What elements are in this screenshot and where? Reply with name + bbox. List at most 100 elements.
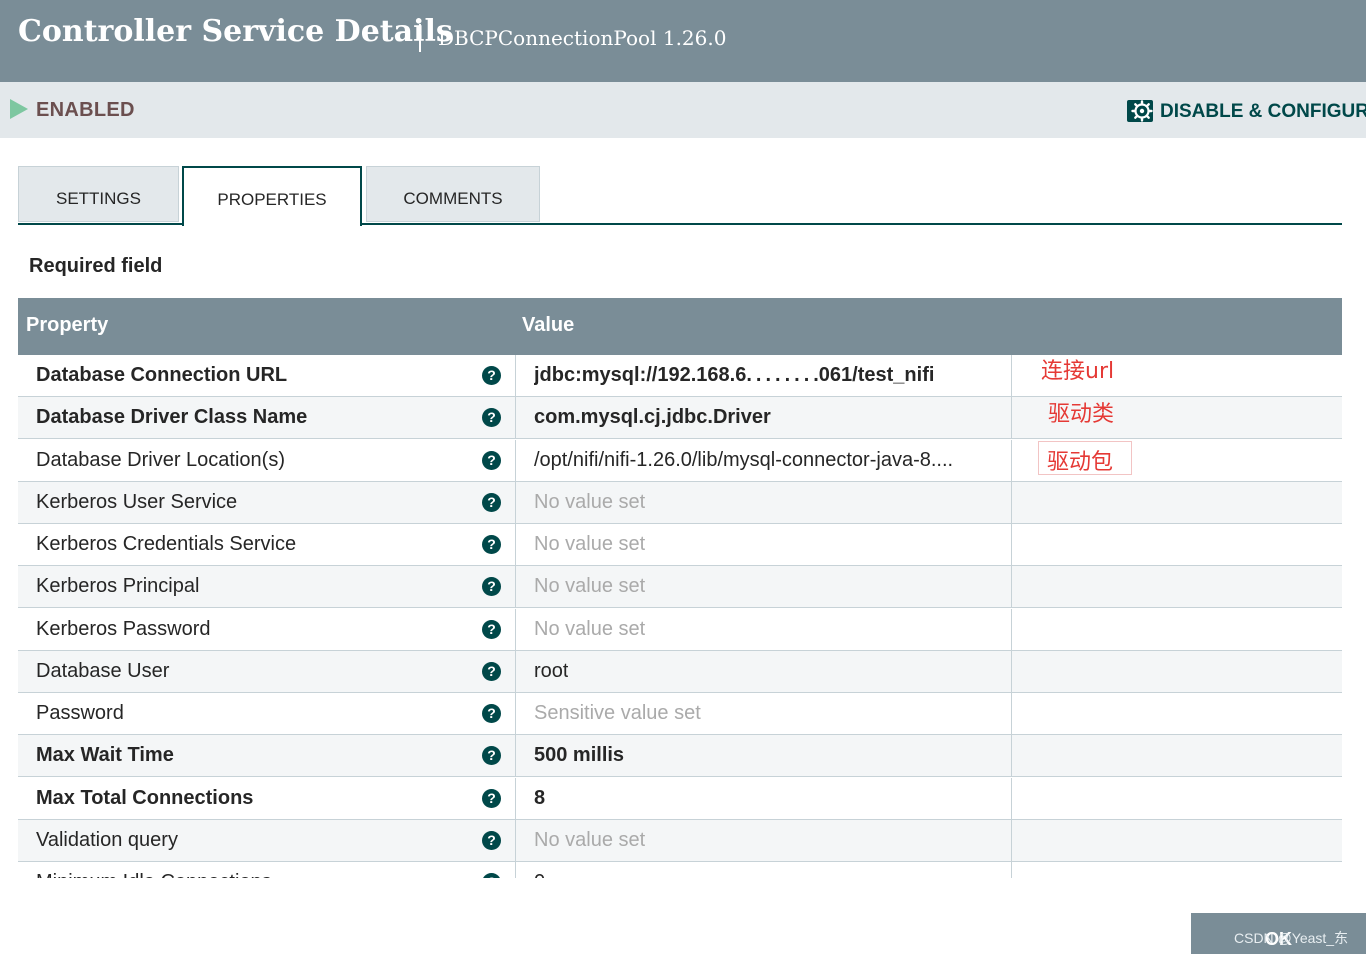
property-value[interactable]: jdbc:mysql://192.168.6. . . . . . . .061… [534,364,934,387]
table-row[interactable]: Database Driver Location(s)? /opt/nifi/ni… [18,439,1342,482]
property-value[interactable]: No value set [534,618,645,641]
tab-properties[interactable]: PROPERTIES [182,166,362,226]
help-icon[interactable]: ? [482,492,501,512]
column-divider [1011,862,1012,878]
table-row[interactable]: Validation query? No value set [18,819,1342,862]
help-icon[interactable]: ? [482,661,501,681]
column-divider [515,735,516,778]
column-divider [515,481,516,524]
property-value[interactable]: Sensitive value set [534,702,701,725]
help-icon[interactable]: ? [482,619,501,639]
property-name: Kerberos Credentials Service [36,533,297,555]
column-divider [1011,777,1012,820]
table-row[interactable]: Password? Sensitive value set [18,693,1342,735]
annotation-driver-package: 驱动包 [1047,450,1114,475]
help-icon[interactable]: ? [482,704,501,723]
help-icon[interactable]: ? [482,746,501,766]
column-header-property: Property [26,314,109,336]
tab-settings[interactable]: SETTINGS [18,166,179,222]
column-divider [1011,481,1012,524]
property-name: Kerberos Principal [36,575,200,598]
column-divider [1011,439,1012,482]
property-name: Database Driver Class Name [36,406,308,429]
dialog-header: Controller Service Details DBCPConnectio… [0,0,1366,82]
column-divider [1011,397,1012,440]
status-label: ENABLED [36,99,135,121]
column-divider [515,608,516,651]
property-value[interactable]: root [534,660,568,683]
column-divider [515,650,516,693]
column-header-value: Value [522,314,575,336]
annotation-connection-url: 连接url [1041,359,1115,384]
property-name: Kerberos User Service [36,490,238,513]
property-value[interactable]: No value set [534,533,645,556]
column-divider [515,819,516,862]
property-name: Max Wait Time [36,744,174,767]
column-divider [1011,608,1012,651]
help-icon[interactable]: ? [482,450,501,470]
column-divider [515,355,516,397]
table-row[interactable]: Kerberos Principal? No value set [18,566,1342,609]
column-divider [515,397,516,440]
table-row[interactable]: Database Driver Class Name? com.mysql.cj.… [18,397,1342,440]
tab-comments[interactable]: COMMENTS [366,166,540,222]
required-field-legend: Required field [29,255,163,277]
disable-configure-label: DISABLE & CONFIGURE [1160,101,1366,122]
header-divider [419,24,421,52]
tab-bar: SETTINGS PROPERTIES COMMENTS [18,166,1342,226]
property-name: Validation query [36,828,178,851]
help-icon[interactable]: ? [482,535,501,554]
column-divider [1011,819,1012,862]
column-divider [515,524,516,566]
column-divider [1011,650,1012,693]
disable-configure-button[interactable]: DISABLE & CONFIGURE [1126,98,1366,126]
dialog-title: Controller Service Details [18,14,453,49]
help-icon[interactable]: ? [482,577,501,597]
property-value[interactable]: No value set [534,829,645,852]
property-value[interactable]: No value set [534,575,645,598]
table-row[interactable]: Max Wait Time? 500 millis [18,735,1342,778]
service-type-version: DBCPConnectionPool 1.26.0 [438,26,727,50]
table-row[interactable]: Max Total Connections? 8 [18,777,1342,820]
column-divider [1011,524,1012,566]
annotation-driver-class: 驱动类 [1048,402,1115,427]
help-icon[interactable]: ? [482,408,501,428]
property-value[interactable]: 8 [534,787,545,810]
help-icon[interactable]: ? [482,873,501,878]
property-name: Database User [36,659,170,682]
table-row[interactable]: Database User? root [18,650,1342,693]
property-name: Password [36,702,124,724]
properties-table: Property Value Database Connection URL? j… [18,298,1342,878]
status-bar: ENABLED DISABLE & CONFIGURE [0,82,1366,138]
property-value[interactable]: com.mysql.cj.jdbc.Driver [534,406,771,429]
property-value[interactable]: /opt/nifi/nifi-1.26.0/lib/mysql-connecto… [534,449,953,472]
property-value[interactable]: No value set [534,491,645,514]
help-icon[interactable]: ? [482,788,501,808]
column-divider [515,566,516,609]
gear-icon [1127,100,1153,122]
column-divider [515,439,516,482]
property-value[interactable]: 0 [534,871,545,878]
column-divider [515,862,516,878]
watermark: CSDN @Yeast_东 [1234,930,1349,946]
help-icon[interactable]: ? [482,366,501,385]
table-row[interactable]: Kerberos Credentials Service? No value se… [18,524,1342,566]
property-name: Max Total Connections [36,786,254,809]
table-row[interactable]: Database Connection URL? jdbc:mysql://192… [18,355,1342,397]
property-name: Kerberos Password [36,617,211,640]
table-row[interactable]: Minimum Idle Connections? 0 [18,862,1342,878]
table-row[interactable]: Kerberos User Service? No value set [18,481,1342,524]
property-name: Database Driver Location(s) [36,448,285,471]
property-name: Minimum Idle Connections [36,871,272,878]
help-icon[interactable]: ? [482,830,501,850]
table-row[interactable]: Kerberos Password? No value set [18,608,1342,651]
table-header: Property Value [18,298,1342,355]
column-divider [515,693,516,735]
column-divider [1011,693,1012,735]
play-icon [10,99,28,119]
property-value[interactable]: 500 millis [534,744,624,767]
column-divider [515,777,516,820]
column-divider [1011,735,1012,778]
property-name: Database Connection URL [36,364,288,386]
column-divider [1011,566,1012,609]
